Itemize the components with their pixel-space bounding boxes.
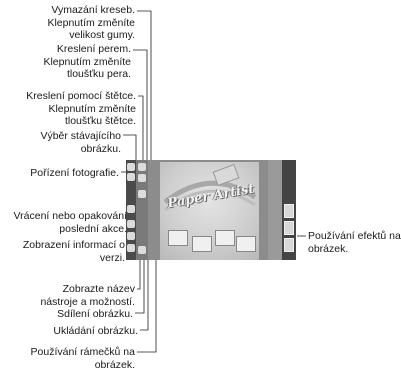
effect-thumb-3[interactable] [284, 238, 294, 252]
frame-thumb-1 [168, 230, 188, 246]
callout-brush-text: Kreslení pomocí štětce. Klepnutím změníte… [26, 90, 136, 127]
callout-undo-redo-text: Vrácení nebo opakování poslední akce. [13, 210, 127, 235]
tool-name-icon[interactable] [127, 232, 135, 240]
callout-select-image-text: Výběr stávajícího obrázku. [40, 130, 121, 155]
pen-icon[interactable] [138, 163, 146, 171]
callout-share: Sdílení obrázku. [57, 308, 133, 321]
callout-effects: Používání efektů na obrázek. [308, 230, 401, 255]
frame-thumb-4 [236, 236, 256, 252]
callout-tool-name-text: Zobrazte název nástroje a možností. [40, 283, 135, 308]
info-icon[interactable] [127, 220, 135, 228]
callout-pen-text: Kreslení perem. Klepnutím změníte tloušťku… [43, 43, 131, 80]
select-image-icon[interactable] [138, 190, 146, 198]
callout-undo-redo: Vrácení nebo opakování poslední akce. [14, 210, 127, 235]
callout-frames: Používání rámečků na obrázek. [31, 346, 135, 371]
effect-thumb-1[interactable] [284, 204, 294, 218]
callout-pen: Kreslení perem. Klepnutím změníte tloušťku… [43, 43, 131, 81]
leader-brush [138, 95, 144, 163]
brush-icon[interactable] [138, 174, 146, 182]
effects-bar [282, 160, 296, 260]
callout-save-text: Ukládání obrázku. [53, 325, 138, 337]
callout-version-info: Zobrazení informací o verzi. [23, 239, 125, 264]
save-icon[interactable] [138, 246, 146, 254]
eraser-icon[interactable] [127, 163, 135, 171]
callout-effects-text: Používání efektů na obrázek. [308, 230, 401, 255]
callout-brush: Kreslení pomocí štětce. Klepnutím změníte… [26, 90, 136, 128]
callout-tool-name: Zobrazte název nástroje a možností. [40, 283, 135, 308]
callout-frames-text: Používání rámečků na obrázek. [30, 346, 135, 371]
frame-thumb-3 [215, 230, 235, 246]
callout-take-photo-text: Pořízení fotografie. [30, 167, 119, 179]
callout-take-photo: Pořízení fotografie. [30, 167, 119, 180]
left-toolbar [126, 160, 136, 260]
callout-eraser-text: Vymazání kreseb. Klepnutím změníte velikos… [47, 4, 135, 41]
share-icon[interactable] [127, 244, 135, 252]
drawing-canvas[interactable]: Paper Artist [160, 162, 259, 260]
undo-icon[interactable] [127, 205, 135, 213]
effect-thumb-2[interactable] [284, 221, 294, 235]
left-panel [136, 160, 148, 260]
callout-select-image: Výběr stávajícího obrázku. [40, 130, 121, 155]
callout-eraser: Vymazání kreseb. Klepnutím změníte velikos… [47, 4, 135, 42]
callout-version-info-text: Zobrazení informací o verzi. [22, 239, 125, 264]
leader-eraser [137, 10, 152, 165]
callout-share-text: Sdílení obrázku. [57, 308, 133, 320]
frame-thumb-2 [192, 236, 212, 252]
camera-icon[interactable] [127, 173, 135, 181]
callout-save: Ukládání obrázku. [53, 325, 138, 338]
right-panel [268, 160, 282, 260]
